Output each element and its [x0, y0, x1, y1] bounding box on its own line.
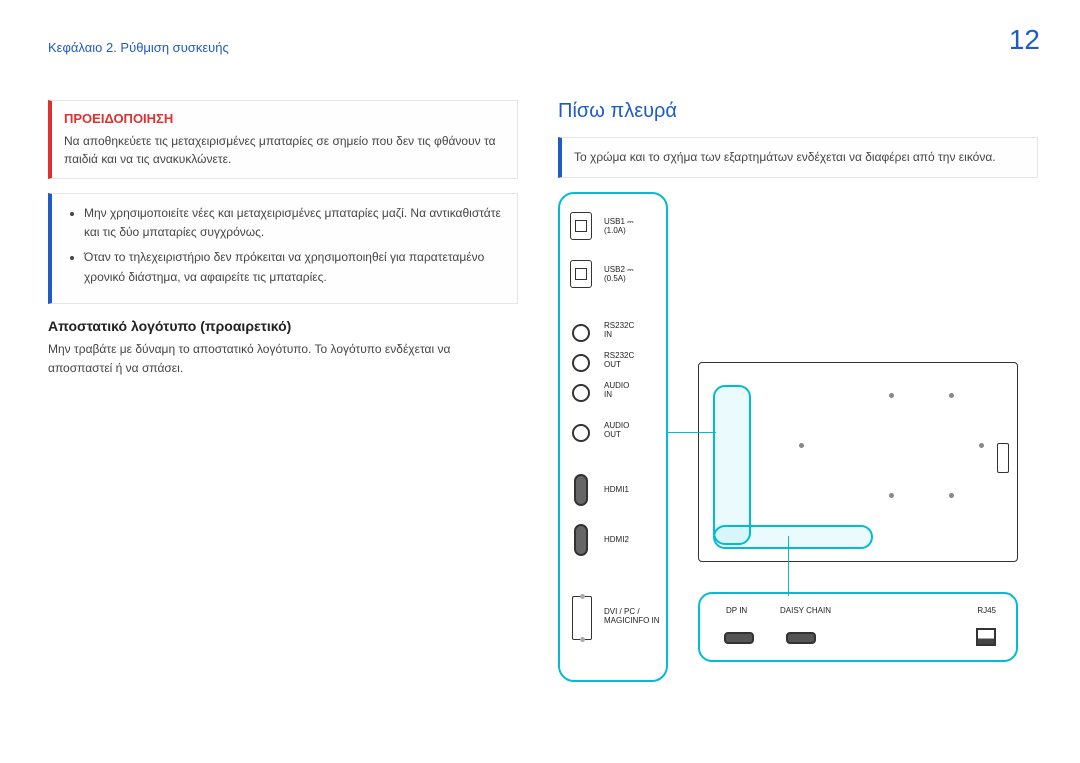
dvi-port-icon	[572, 596, 592, 640]
usb1-label-l2: (1.0A)	[604, 226, 626, 235]
dvi-label-l2: MAGICINFO IN	[604, 616, 660, 625]
audio-in-port-icon	[572, 384, 590, 402]
rs232c-out-label-l2: OUT	[604, 360, 621, 369]
audio-out-label-l1: AUDIO	[604, 421, 629, 430]
vertical-ports-highlight	[713, 385, 751, 545]
usb2-label-l1: USB2 ⎓	[604, 265, 634, 274]
ports-diagram: USB1 ⎓ (1.0A) USB2 ⎓ (0.5A) RS232C IN RS…	[558, 192, 1038, 692]
rj45-port-icon	[976, 628, 996, 646]
audio-in-label-l2: IN	[604, 390, 612, 399]
info-bullet: Μην χρησιμοποιείτε νέες και μεταχειρισμέ…	[84, 204, 505, 242]
rs232c-out-port-icon	[572, 354, 590, 372]
note-text: Το χρώμα και το σχήμα των εξαρτημάτων εν…	[574, 148, 1025, 167]
note-box: Το χρώμα και το σχήμα των εξαρτημάτων εν…	[558, 137, 1038, 178]
left-column: ΠΡΟΕΙΔΟΠΟΙΗΣΗ Να αποθηκεύετε τις μεταχει…	[48, 100, 518, 378]
dp-in-port-icon	[724, 632, 754, 644]
usb1-port-icon	[570, 212, 592, 240]
rs232c-out-label: RS232C OUT	[604, 352, 664, 370]
leader-line	[788, 536, 789, 596]
usb2-label-l2: (0.5A)	[604, 274, 626, 283]
usb1-label: USB1 ⎓ (1.0A)	[604, 218, 664, 236]
spacer-logo-text: Μην τραβάτε με δύναμη το αποστατικό λογό…	[48, 340, 518, 378]
vertical-ports-panel: USB1 ⎓ (1.0A) USB2 ⎓ (0.5A) RS232C IN RS…	[558, 192, 668, 682]
warning-label: ΠΡΟΕΙΔΟΠΟΙΗΣΗ	[64, 111, 505, 126]
dvi-label: DVI / PC / MAGICINFO IN	[604, 608, 664, 626]
audio-out-label: AUDIO OUT	[604, 422, 664, 440]
horizontal-ports-highlight	[713, 525, 873, 549]
horizontal-ports-panel: DP IN DAISY CHAIN RJ45	[698, 592, 1018, 662]
chapter-header: Κεφάλαιο 2. Ρύθμιση συσκευής	[48, 40, 229, 55]
page-number: 12	[1009, 24, 1040, 56]
rs232c-in-label: RS232C IN	[604, 322, 664, 340]
hdmi2-label: HDMI2	[604, 536, 664, 545]
daisy-chain-label: DAISY CHAIN	[780, 606, 831, 615]
audio-out-port-icon	[572, 424, 590, 442]
rs232c-out-label-l1: RS232C	[604, 351, 634, 360]
warning-text: Να αποθηκεύετε τις μεταχειρισμένες μπατα…	[64, 132, 505, 168]
hdmi2-port-icon	[574, 524, 588, 556]
hdmi1-port-icon	[574, 474, 588, 506]
usb2-port-icon	[570, 260, 592, 288]
monitor-back-outline	[698, 362, 1018, 562]
right-column: Πίσω πλευρά Το χρώμα και το σχήμα των εξ…	[558, 100, 1038, 692]
audio-in-label-l1: AUDIO	[604, 381, 629, 390]
info-bullet: Όταν το τηλεχειριστήριο δεν πρόκειται να…	[84, 248, 505, 286]
rs232c-in-label-l1: RS232C	[604, 321, 634, 330]
rj45-label: RJ45	[977, 606, 996, 615]
daisy-chain-port-icon	[786, 632, 816, 644]
warning-box: ΠΡΟΕΙΔΟΠΟΙΗΣΗ Να αποθηκεύετε τις μεταχει…	[48, 100, 518, 179]
hdmi1-label: HDMI1	[604, 486, 664, 495]
rs232c-in-port-icon	[572, 324, 590, 342]
audio-out-label-l2: OUT	[604, 430, 621, 439]
usb1-label-l1: USB1 ⎓	[604, 217, 634, 226]
dvi-label-l1: DVI / PC /	[604, 607, 640, 616]
usb2-label: USB2 ⎓ (0.5A)	[604, 266, 664, 284]
rs232c-in-label-l2: IN	[604, 330, 612, 339]
leader-line	[666, 432, 716, 433]
audio-in-label: AUDIO IN	[604, 382, 664, 400]
dp-in-label: DP IN	[726, 606, 747, 615]
reverse-side-heading: Πίσω πλευρά	[558, 100, 1038, 123]
info-box: Μην χρησιμοποιείτε νέες και μεταχειρισμέ…	[48, 193, 518, 304]
spacer-logo-heading: Αποστατικό λογότυπο (προαιρετικό)	[48, 318, 518, 334]
